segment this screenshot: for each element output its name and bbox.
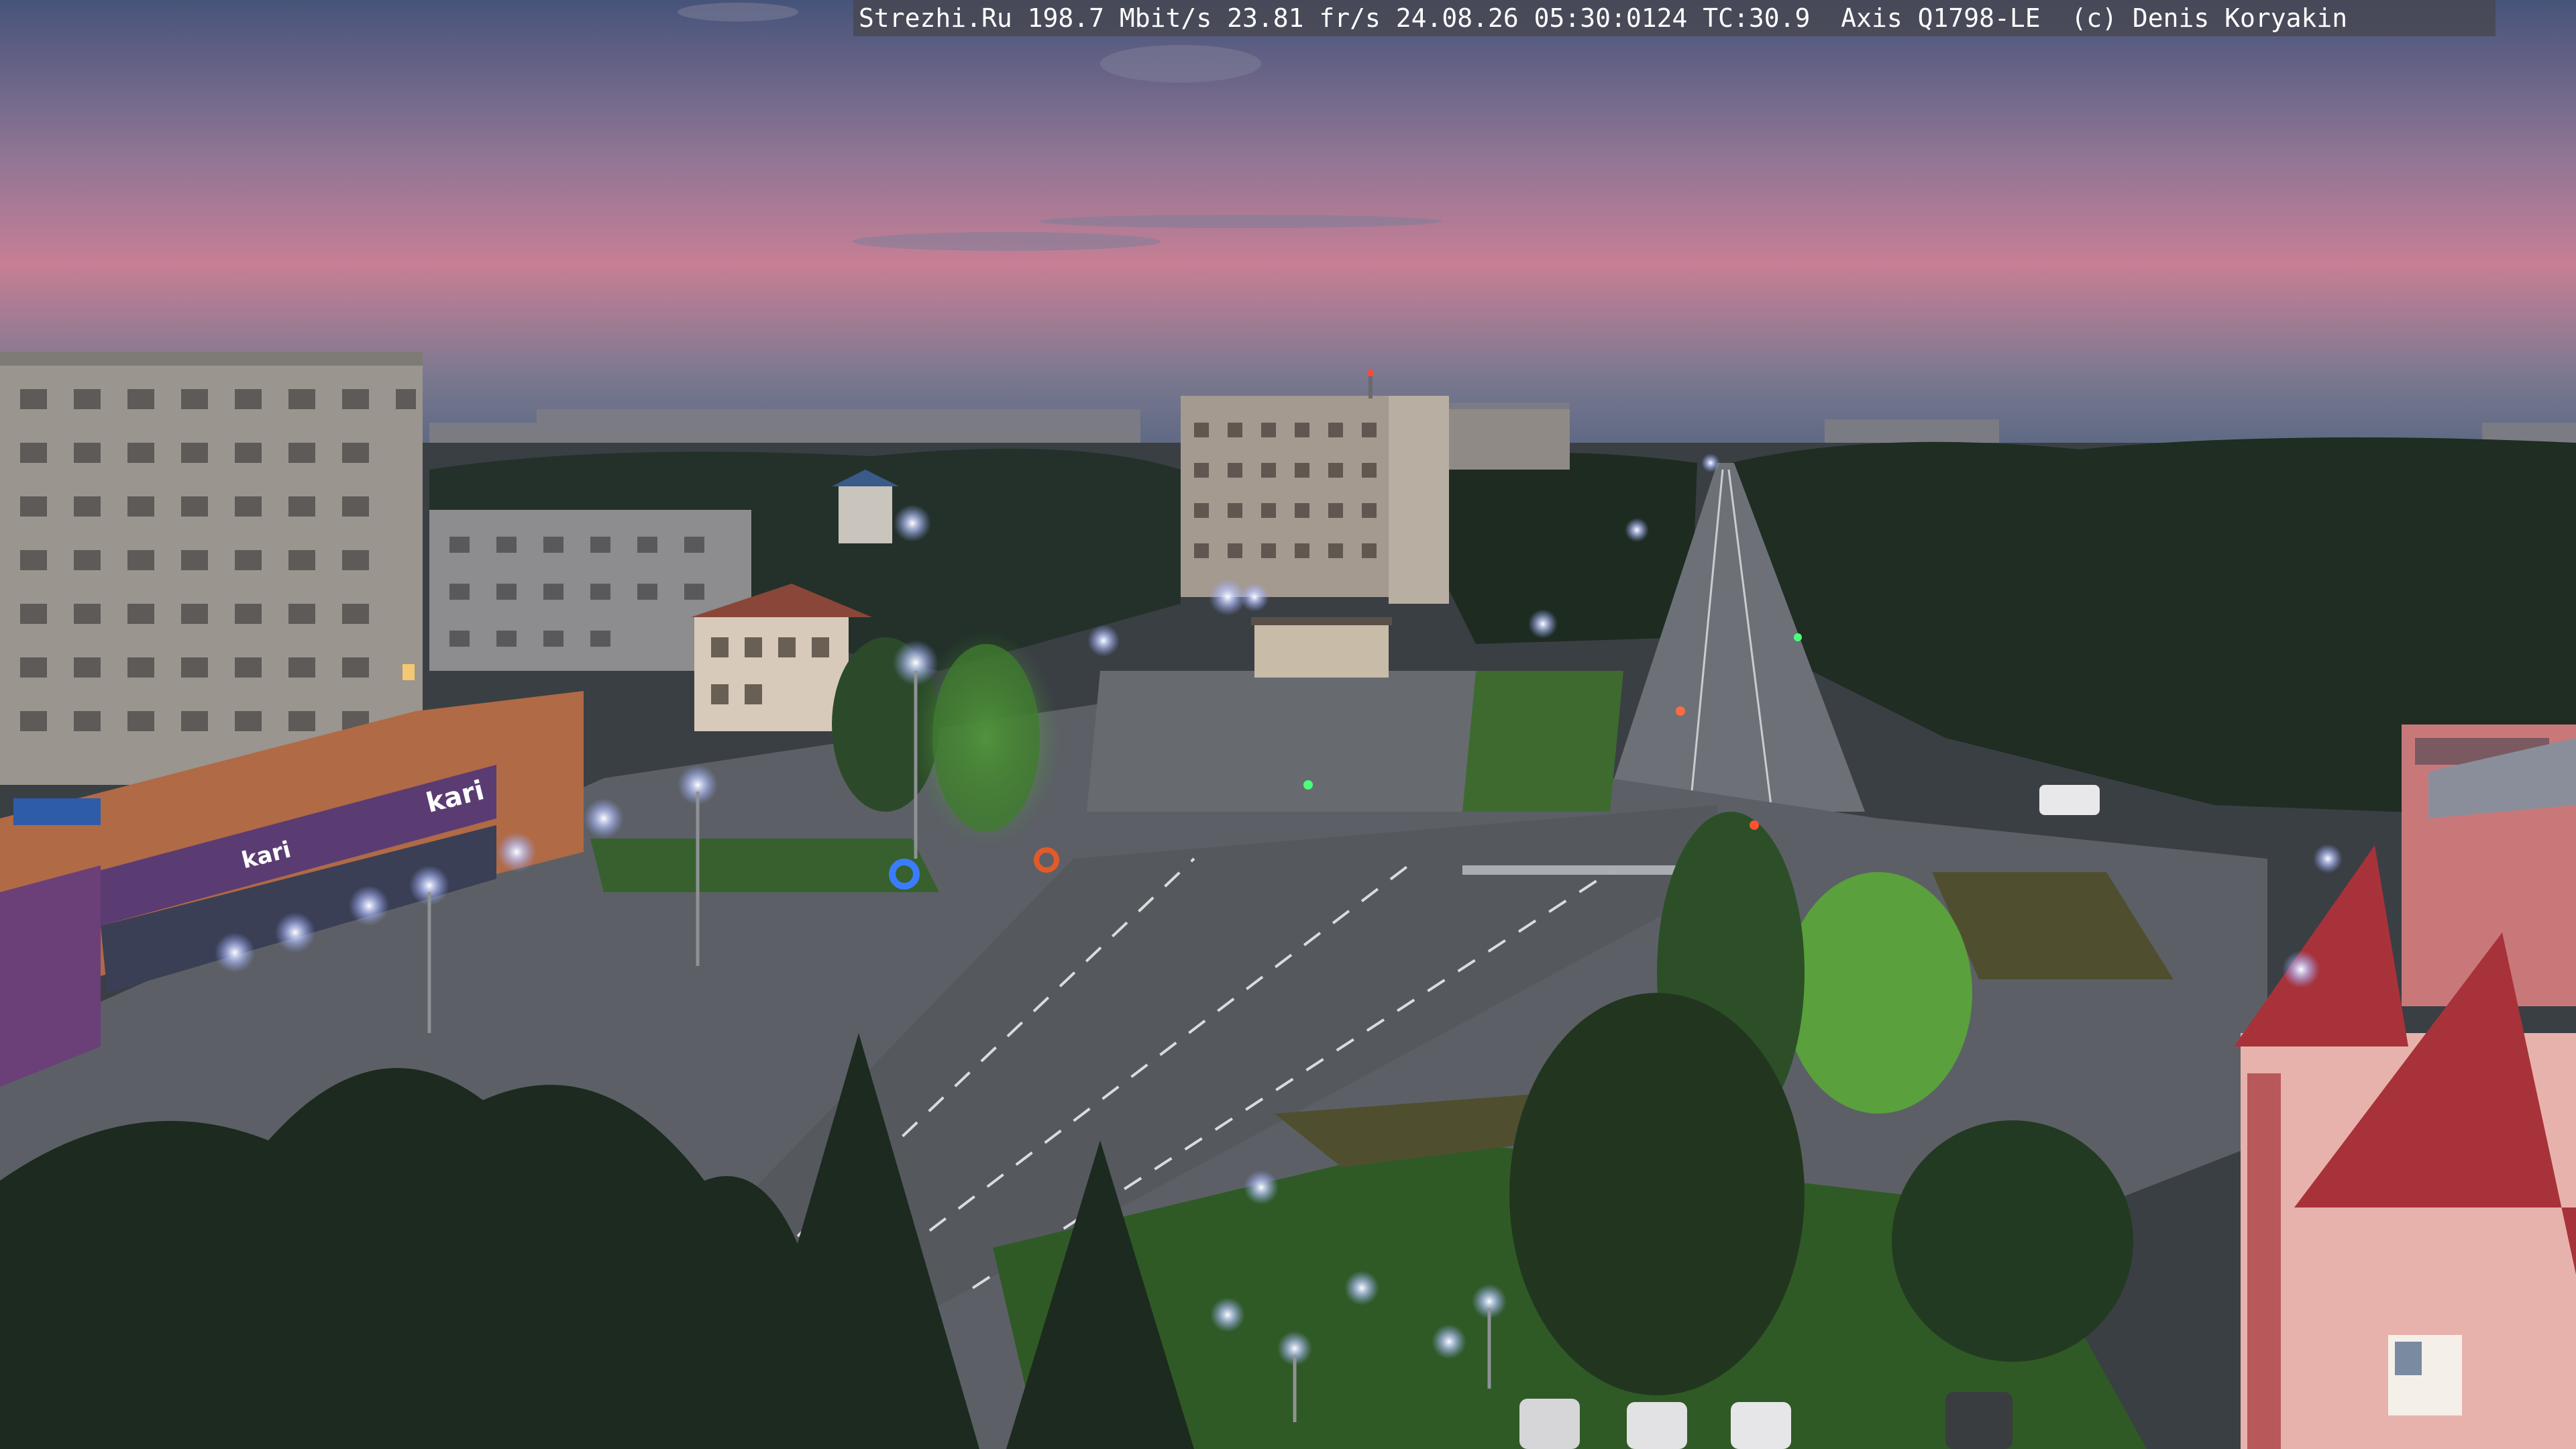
small-pavilion xyxy=(1254,621,1389,678)
lawn-left xyxy=(590,839,939,892)
crosswalk xyxy=(1462,865,1690,875)
parking-lot xyxy=(1087,671,1503,812)
lawn-median xyxy=(1462,671,1623,812)
camera-info-overlay: Strezhi.Ru 198.7 Mbit/s 23.81 fr/s 24.08… xyxy=(853,0,2496,36)
apartment-left xyxy=(0,352,423,785)
watchtower xyxy=(839,483,892,543)
webcam-scene xyxy=(0,0,2576,1449)
forest-behind-road xyxy=(1442,453,1697,644)
